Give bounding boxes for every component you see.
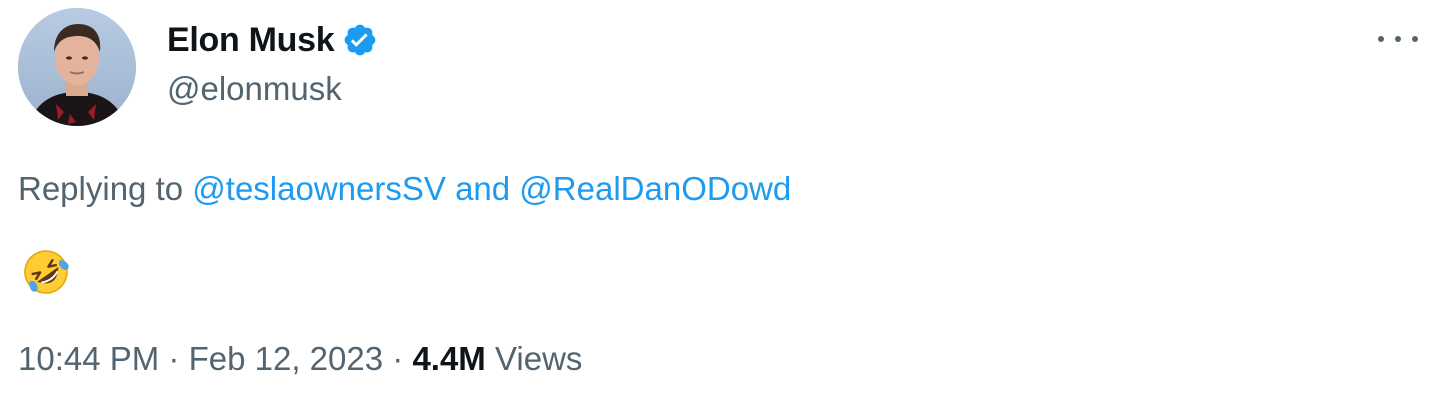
author-handle[interactable]: @elonmusk bbox=[167, 70, 342, 108]
tweet-card: Elon Musk @elonmusk Replying to @teslaow… bbox=[0, 0, 1440, 409]
mention-link-realdanodowd[interactable]: @RealDanODowd bbox=[519, 170, 791, 207]
more-options-button[interactable] bbox=[1378, 24, 1418, 54]
more-dot-icon bbox=[1412, 36, 1418, 42]
author-name-row: Elon Musk bbox=[167, 18, 378, 62]
meta-separator: · bbox=[168, 340, 180, 377]
mention-link-teslaownerssv[interactable]: @teslaownersSV bbox=[192, 170, 446, 207]
avatar[interactable] bbox=[18, 8, 136, 126]
views-count[interactable]: 4.4M bbox=[412, 340, 485, 377]
tweet-time[interactable]: 10:44 PM bbox=[18, 340, 159, 377]
rolling-on-floor-laughing-emoji-icon bbox=[20, 246, 72, 298]
replying-to-line: Replying to @teslaownersSV and @RealDanO… bbox=[18, 170, 791, 208]
views-label: Views bbox=[494, 340, 583, 377]
tweet-date[interactable]: Feb 12, 2023 bbox=[189, 340, 384, 377]
more-dot-icon bbox=[1395, 36, 1401, 42]
meta-separator: · bbox=[392, 340, 404, 377]
tweet-meta-line: 10:44 PM · Feb 12, 2023 · 4.4M Views bbox=[18, 340, 582, 378]
avatar-image bbox=[18, 8, 136, 126]
verified-badge-icon[interactable] bbox=[342, 22, 378, 58]
more-dot-icon bbox=[1378, 36, 1384, 42]
replying-to-label: Replying to bbox=[18, 170, 184, 207]
mention-conjunction: and bbox=[455, 170, 511, 207]
author-display-name[interactable]: Elon Musk bbox=[167, 21, 335, 60]
